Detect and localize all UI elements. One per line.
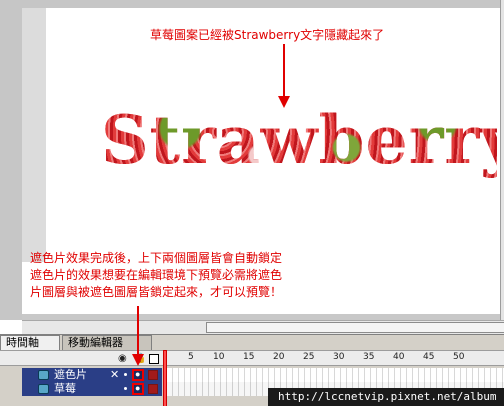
layer-row-mask[interactable]: 遮色片 ✕ ● <box>0 368 504 382</box>
frame-number: 45 <box>423 352 435 362</box>
frame-number: 50 <box>453 352 465 362</box>
visibility-dot[interactable] <box>124 373 127 376</box>
layer-label: 遮色片 <box>54 368 87 381</box>
frame-number: 20 <box>273 352 285 362</box>
pencil-icon: ✕ <box>110 369 120 381</box>
outline-box-icon[interactable] <box>149 354 159 364</box>
stage-left-pasteboard <box>22 8 46 262</box>
lock-icon: ● <box>135 369 141 379</box>
playhead[interactable] <box>163 350 167 406</box>
frame-number: 25 <box>303 352 315 362</box>
eye-icon[interactable]: ◉ <box>118 353 127 364</box>
bottom-annotation-line: 片圖層與被遮色圖層皆鎖定起來，才可以預覽！ <box>30 285 283 299</box>
frame-number: 35 <box>363 352 375 362</box>
frame-number: 10 <box>213 352 225 362</box>
timeline-header: ◉ 🔒 5 10 15 20 25 30 35 40 45 50 <box>0 350 504 366</box>
scrollbar-thumb[interactable] <box>206 322 504 333</box>
bottom-annotation-line: 遮色片效果完成後，上下兩個圖層皆會自動鎖定 <box>30 251 283 265</box>
strawberry-masked-text[interactable]: Strawberry <box>101 101 497 179</box>
bottom-annotation: 遮色片效果完成後，上下兩個圖層皆會自動鎖定 遮色片的效果想要在編輯環境下預覽必需… <box>30 250 330 301</box>
top-annotation: 草莓圖案已經被Strawberry文字隱藏起來了 <box>150 28 385 42</box>
frame-number: 5 <box>188 352 194 362</box>
frame-number: 30 <box>333 352 345 362</box>
stage-top-border <box>0 0 504 8</box>
frame-ruler[interactable]: 5 10 15 20 25 30 35 40 45 50 <box>162 351 504 367</box>
lock-toggle[interactable]: ● <box>132 383 144 395</box>
outline-color-swatch[interactable] <box>148 370 158 380</box>
visibility-dot[interactable] <box>124 387 127 390</box>
down-arrow-icon <box>132 306 144 366</box>
mask-layer-icon <box>38 370 49 380</box>
frame-number: 40 <box>393 352 405 362</box>
frame-cells[interactable] <box>167 368 504 382</box>
horizontal-scrollbar[interactable] <box>22 320 504 334</box>
lock-icon: ● <box>135 383 141 393</box>
outline-color-swatch[interactable] <box>148 384 158 394</box>
bottom-annotation-line: 遮色片的效果想要在編輯環境下預覽必需將遮色 <box>30 268 283 282</box>
lock-toggle[interactable]: ● <box>132 369 144 381</box>
masked-layer-icon <box>38 384 49 394</box>
url-watermark: http://lccnetvip.pixnet.net/album <box>268 388 504 406</box>
tab-timeline[interactable]: 時間軸 <box>0 335 60 350</box>
layer-label: 草莓 <box>54 382 76 395</box>
stage-left-border <box>0 0 22 320</box>
frame-number: 15 <box>243 352 255 362</box>
timeline-tabs: 時間軸 移動編輯器 <box>0 335 504 350</box>
